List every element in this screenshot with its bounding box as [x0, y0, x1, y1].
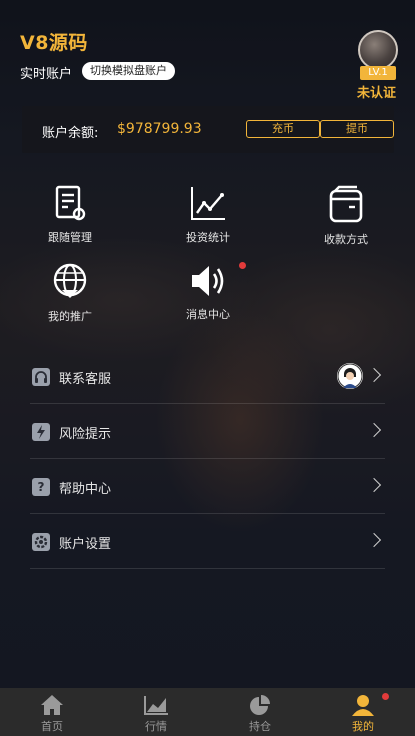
question-icon: ?	[32, 478, 50, 496]
pie-chart-icon	[250, 695, 270, 715]
grid-label: 收款方式	[324, 233, 368, 246]
user-icon	[352, 695, 374, 716]
grid-label: 投资统计	[186, 231, 230, 244]
invest-stats-icon	[191, 187, 225, 220]
tab-label: 行情	[145, 720, 167, 733]
bottom-tab-bar: 首页 行情 持仓 我的	[0, 688, 415, 736]
list-item-label: 联系客服	[59, 372, 112, 387]
tab-label: 持仓	[249, 720, 271, 733]
wallet-icon	[329, 185, 363, 223]
brand-title: V8源码	[20, 32, 88, 54]
switch-demo-account-button[interactable]: 切换模拟盘账户	[82, 62, 175, 80]
tab-mine[interactable]: 我的	[311, 688, 415, 736]
follow-manage-icon	[55, 185, 86, 221]
profile-page: V8源码 实时账户 切换模拟盘账户 LV.1 未认证 账户余额: $978799…	[0, 0, 415, 736]
level-badge: LV.1	[360, 66, 396, 80]
chevron-right-icon	[366, 367, 382, 383]
list-item-help-center[interactable]: ? 帮助中心	[30, 459, 385, 514]
avatar-image	[358, 30, 398, 70]
list-item-risk-warning[interactable]: 风险提示	[30, 404, 385, 459]
chevron-right-icon	[366, 422, 382, 438]
grid-label: 跟随管理	[48, 231, 92, 244]
grid-invest-stats[interactable]: 投资统计	[168, 185, 248, 245]
chevron-right-icon	[366, 477, 382, 493]
home-icon	[41, 695, 63, 715]
balance-label: 账户余额:	[42, 126, 99, 141]
tab-home[interactable]: 首页	[0, 688, 104, 736]
settings-icon	[32, 533, 50, 551]
speaker-icon	[192, 266, 224, 296]
tab-label: 首页	[41, 720, 63, 733]
support-agent-avatar	[337, 363, 363, 389]
tab-market[interactable]: 行情	[104, 688, 208, 736]
chevron-right-icon	[366, 532, 382, 548]
list-item-label: 风险提示	[59, 427, 112, 442]
message-notification-dot	[239, 262, 246, 269]
balance-value: $978799.93	[117, 121, 202, 137]
verify-status[interactable]: 未认证	[357, 82, 396, 101]
user-avatar[interactable]: LV.1	[356, 30, 400, 82]
deposit-button[interactable]: 充币	[246, 120, 320, 138]
list-item-contact-support[interactable]: 联系客服	[30, 349, 385, 404]
account-type-label: 实时账户	[20, 67, 73, 82]
list-item-label: 账户设置	[59, 537, 112, 552]
grid-my-promotion[interactable]: 我的推广	[30, 262, 110, 324]
balance-bar: 账户余额: $978799.93 充币 提币	[22, 106, 394, 153]
grid-follow-manage[interactable]: 跟随管理	[30, 185, 110, 245]
market-chart-icon	[144, 696, 168, 715]
mine-notification-dot	[382, 693, 389, 700]
globe-promo-icon	[53, 263, 87, 298]
grid-label: 消息中心	[186, 308, 230, 321]
tab-positions[interactable]: 持仓	[208, 688, 312, 736]
withdraw-button[interactable]: 提币	[320, 120, 394, 138]
lightning-icon	[32, 423, 50, 441]
grid-message-center[interactable]: 消息中心	[168, 262, 248, 322]
tab-label: 我的	[352, 720, 374, 733]
headset-icon	[32, 368, 50, 386]
list-item-label: 帮助中心	[59, 482, 112, 497]
list-item-account-settings[interactable]: 账户设置	[30, 514, 385, 569]
grid-label: 我的推广	[48, 310, 92, 323]
grid-payment-method[interactable]: 收款方式	[306, 185, 386, 247]
